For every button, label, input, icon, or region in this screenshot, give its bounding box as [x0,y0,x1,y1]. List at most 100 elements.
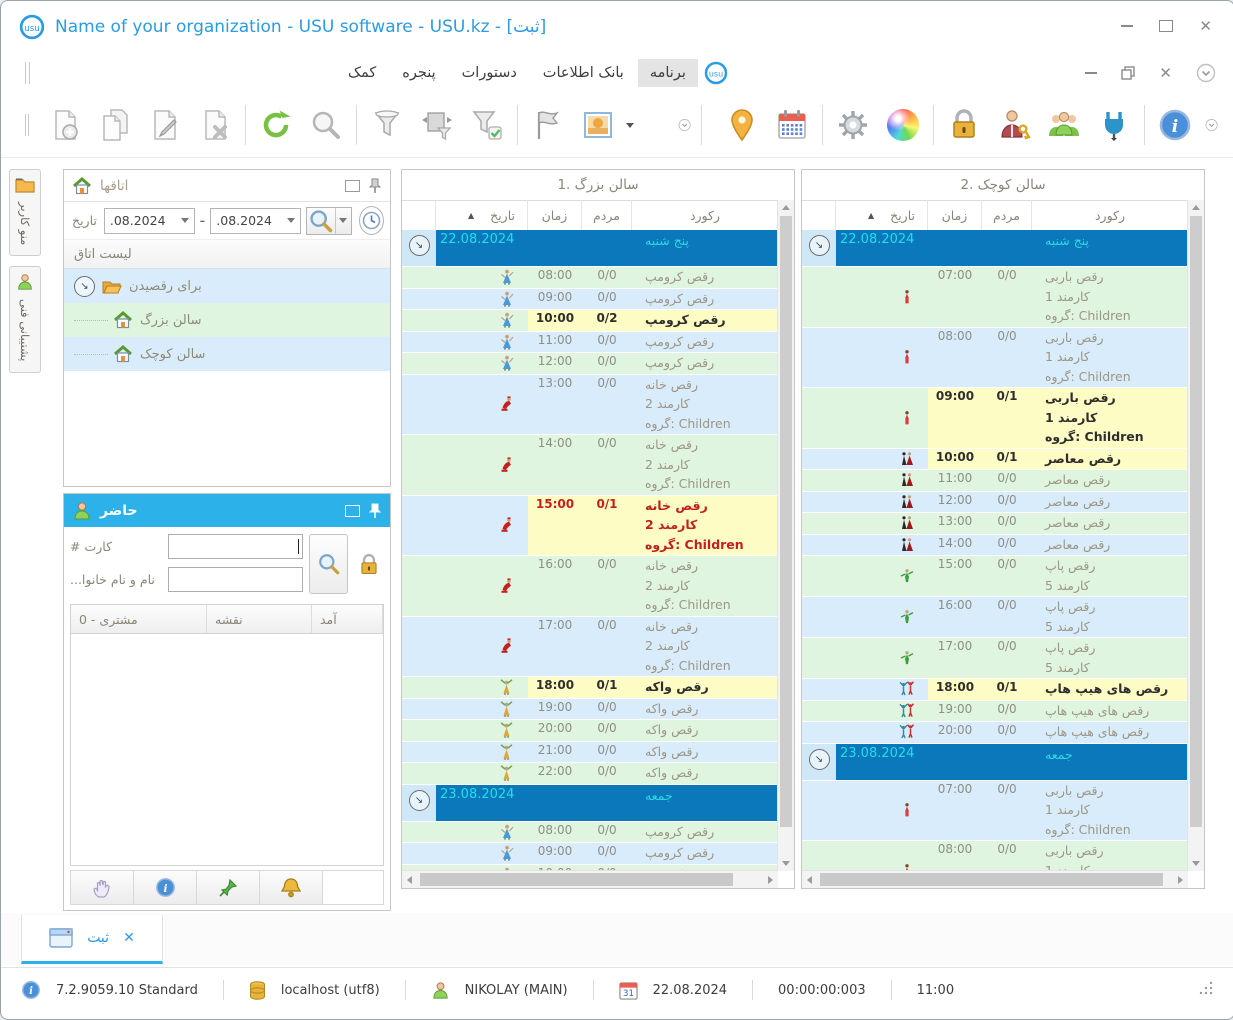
slot-record[interactable]: رقص پاپکارمند 5 [1032,638,1188,678]
edit-document-button[interactable] [143,102,187,148]
slot-record[interactable]: رقص پاپکارمند 5 [1032,556,1188,596]
menu-grip[interactable] [25,62,30,84]
schedule-slot-row[interactable]: 07:000/0رقص باربیکارمند 1گروه: Children [802,781,1188,842]
schedule-day-row[interactable]: ↘23.08.2024جمعه [802,744,1188,781]
plugin-button[interactable] [1092,102,1136,148]
slot-record[interactable]: رقص خانهکارمند 2گروه: Children [632,375,778,435]
expand-day-button[interactable]: ↘ [402,785,436,821]
child-restore-button[interactable] [1121,66,1135,80]
delete-document-button[interactable] [193,102,237,148]
people-column-header[interactable]: مردم [582,200,632,230]
time-column-header[interactable]: زمان [528,200,582,230]
room-tree-item[interactable]: سالن بزرگ [64,303,390,337]
slot-record[interactable]: رقص باربیکارمند 1گروه: Children [1032,328,1188,388]
slot-record[interactable]: رقص خانهکارمند 2گروه: Children [632,556,778,616]
schedule-day-row[interactable]: ↘23.08.2024جمعه [402,785,778,822]
fullname-input[interactable] [168,567,303,592]
schedule-slot-row[interactable]: 17:000/0رقص پاپکارمند 5 [802,638,1188,679]
present-column-header[interactable]: آمد [312,605,383,633]
scrollbar-thumb[interactable] [420,873,733,886]
scrollbar-thumb[interactable] [1190,216,1202,827]
settings-gear-button[interactable] [831,102,875,148]
bell-button[interactable] [260,871,323,904]
slot-record[interactable]: رقص معاصر [1032,535,1188,556]
schedule-slot-row[interactable]: 08:000/0رقص باربیکارمند 1گروه: Children [802,841,1188,871]
slot-record[interactable]: رقص پاپکارمند 5 [1032,597,1188,637]
schedule-slot-row[interactable]: 17:000/0رقص خانهکارمند 2گروه: Children [402,617,778,678]
schedule-slot-row[interactable]: 18:000/1رقص های هیپ هاپ [802,679,1188,701]
schedule-slot-row[interactable]: 14:000/0رقص خانهکارمند 2گروه: Children [402,435,778,496]
calendar-button[interactable] [770,102,814,148]
slot-record[interactable]: رقص واکه [632,742,778,763]
schedule-day-row[interactable]: ↘22.08.2024پنج شنبه [802,230,1188,267]
filter-check-button[interactable] [465,102,509,148]
room-tree-item[interactable]: سالن کوچک [64,337,390,371]
date-column-header[interactable]: ▲تاریخ [836,200,928,230]
tab-registration[interactable]: ثبت ✕ [21,915,163,964]
column-filter-button[interactable] [415,102,459,148]
filter-button[interactable] [365,102,409,148]
schedule-slot-row[interactable]: 12:000/0رقص معاصر [802,492,1188,514]
minimize-button[interactable] [1121,25,1133,27]
schedule-slot-row[interactable]: 09:000/0رقص کرومپ [402,289,778,311]
record-column-header[interactable]: رکورد [1032,200,1188,230]
schedule-slot-row[interactable]: 11:000/0رقص معاصر [802,470,1188,492]
user-permissions-button[interactable] [992,102,1036,148]
schedule-slot-row[interactable]: 09:000/1رقص باربیکارمند 1گروه: Children [802,388,1188,449]
schedule-slot-row[interactable]: 14:000/0رقص معاصر [802,535,1188,557]
slot-record[interactable]: رقص خانهکارمند 2گروه: Children [632,496,778,556]
slot-record[interactable]: رقص واکه [632,699,778,720]
slot-record[interactable]: رقص خانهکارمند 2گروه: Children [632,617,778,677]
slot-record[interactable]: رقص معاصر [1032,492,1188,513]
menu-item-کمک[interactable]: کمک [336,59,388,87]
scrollbar-thumb[interactable] [780,216,792,827]
slot-record[interactable]: رقص های هیپ هاپ [1032,701,1188,722]
collapse-icon[interactable]: ↘ [74,276,95,297]
slot-record[interactable]: رقص کرومپ [632,822,778,843]
present-maximize-icon[interactable] [345,505,360,517]
scrollbar-thumb[interactable] [820,873,1163,886]
user-groups-button[interactable] [1042,102,1086,148]
lock-icon[interactable] [357,553,381,577]
vertical-scrollbar[interactable] [1187,200,1204,871]
schedule-slot-row[interactable]: 10:000/2رقص کرومپ [402,310,778,332]
slot-record[interactable]: رقص کرومپ [632,289,778,310]
schedule-slot-row[interactable]: 08:000/0رقص کرومپ [402,822,778,844]
schedule-day-row[interactable]: ↘22.08.2024پنج شنبه [402,230,778,267]
dock-tab-2[interactable]: پشتیبانی فنی [9,266,41,372]
schedule-slot-row[interactable]: 13:000/0رقص خانهکارمند 2گروه: Children [402,375,778,436]
schedule-slot-row[interactable]: 22:000/0رقص واکه [402,763,778,785]
flag-button[interactable] [526,102,570,148]
slot-record[interactable]: رقص باربیکارمند 1گروه: Children [1032,841,1188,871]
resize-grip[interactable] [1198,980,1214,1000]
expand-day-button[interactable]: ↘ [802,744,836,780]
slot-record[interactable]: رقص کرومپ [632,310,778,331]
present-pin-icon[interactable] [368,503,382,519]
clock-button[interactable] [359,206,384,235]
copy-document-button[interactable] [93,102,137,148]
toolbar-overflow-right-icon[interactable] [1205,114,1218,136]
child-close-button[interactable]: ✕ [1159,66,1172,80]
slot-record[interactable]: رقص کرومپ [632,267,778,288]
slot-record[interactable]: رقص واکه [632,720,778,741]
time-column-header[interactable]: زمان [928,200,982,230]
refresh-button[interactable] [254,102,298,148]
menu-item-برنامه[interactable]: برنامه [638,59,698,87]
menu-item-بانک اطلاعات[interactable]: بانک اطلاعات [531,59,636,87]
slot-record[interactable]: رقص معاصر [1032,449,1188,470]
rooms-pin-icon[interactable] [368,178,382,194]
vertical-scrollbar[interactable] [777,200,794,871]
slot-record[interactable]: رقص باربیکارمند 1گروه: Children [1032,388,1188,448]
slot-record[interactable]: رقص کرومپ [632,332,778,353]
room-search-split-button[interactable] [306,207,352,235]
schedule-slot-row[interactable]: 16:000/0رقص پاپکارمند 5 [802,597,1188,638]
toolbar-grip[interactable] [25,114,29,136]
schedule-slot-row[interactable]: 15:000/1رقص خانهکارمند 2گروه: Children [402,496,778,557]
tab-close-icon[interactable]: ✕ [123,930,135,946]
rooms-maximize-icon[interactable] [345,180,360,192]
date-to-combobox[interactable]: .08.2024 [210,208,301,234]
info-button[interactable]: i [1153,102,1197,148]
schedule-slot-row[interactable]: 20:000/0رقص های هیپ هاپ [802,722,1188,744]
schedule-slot-row[interactable]: 19:000/0رقص های هیپ هاپ [802,701,1188,723]
lock-button[interactable] [942,102,986,148]
